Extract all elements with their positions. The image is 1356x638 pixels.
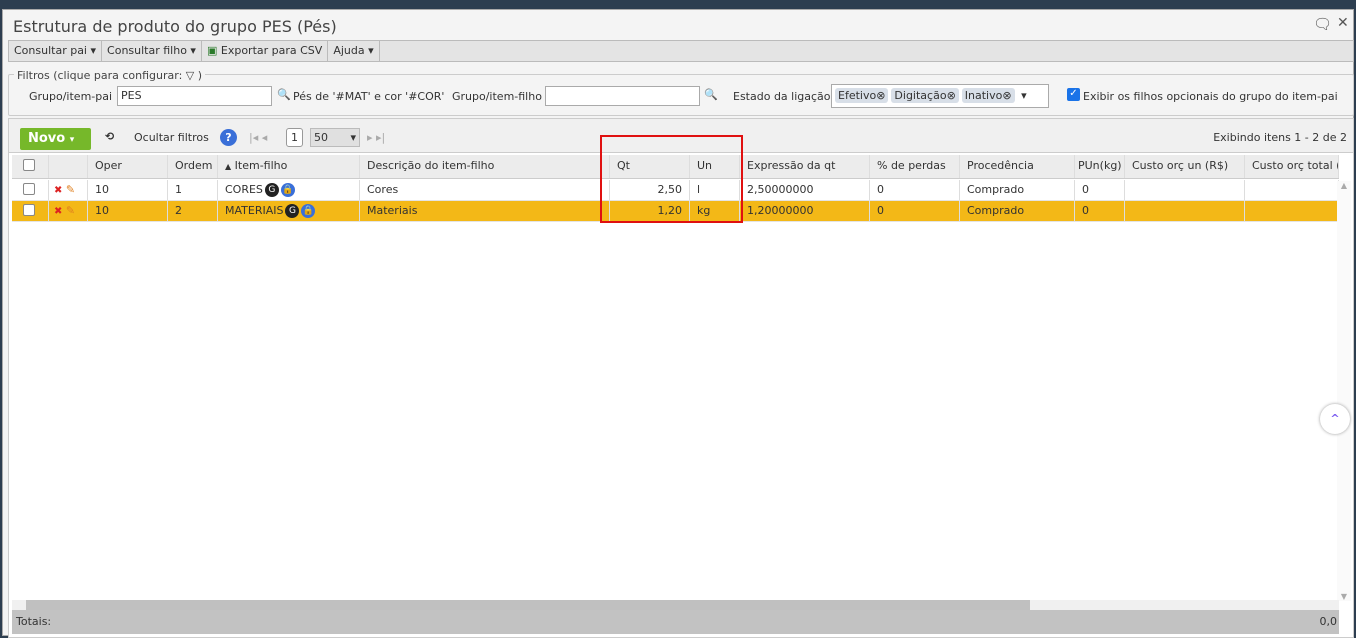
parent-desc: Pés de '#MAT' e cor '#COR' [293, 90, 445, 103]
refresh-icon[interactable]: ⟲ [105, 130, 114, 143]
cell-ctot [1245, 180, 1339, 200]
cell-pun: 0 [1075, 180, 1125, 200]
parent-label: Grupo/item-pai [29, 90, 113, 103]
col-descricao[interactable]: Descrição do item-filho [360, 155, 610, 178]
menu-exportar-csv[interactable]: ▣ Exportar para CSV [202, 41, 329, 61]
window-title: Estrutura de produto do grupo PES (Pés) [13, 17, 337, 36]
totals-row: Totais: 0,0 [12, 610, 1339, 634]
help-icon[interactable]: ? [220, 129, 237, 146]
col-ordem[interactable]: Ordem [168, 155, 218, 178]
delete-icon[interactable]: ✖ [54, 185, 62, 196]
col-expressao[interactable]: Expressão da qt [740, 155, 870, 178]
child-label: Grupo/item-filho [452, 90, 542, 103]
sort-asc-icon: ▲ [225, 162, 232, 171]
totals-label: Totais: [16, 615, 52, 628]
cell-oper: 10 [88, 201, 168, 221]
select-all-checkbox[interactable] [12, 155, 49, 178]
vertical-scrollbar[interactable]: ▲ ▼ [1337, 181, 1351, 601]
chip-digitacao[interactable]: Digitação⊗ [891, 88, 959, 103]
page-input[interactable]: 1 [286, 128, 303, 147]
hide-filters-button[interactable]: Ocultar filtros [134, 131, 209, 144]
lock-icon[interactable]: 🔒 [280, 183, 295, 197]
col-perdas[interactable]: % de perdas [870, 155, 960, 178]
cell-desc: Cores [360, 180, 610, 200]
totals-value: 0,0 [1319, 615, 1338, 628]
filters-legend[interactable]: Filtros (clique para configurar: ▽ ) [14, 69, 206, 82]
cell-proc: Comprado [960, 201, 1075, 221]
cell-cun [1125, 201, 1245, 221]
menu-consultar-pai[interactable]: Consultar pai ▾ [9, 41, 103, 61]
first-page-icon[interactable]: |◂ ◂ [249, 131, 267, 144]
dialog-window: Estrutura de produto do grupo PES (Pés) … [2, 9, 1354, 638]
cell-proc: Comprado [960, 180, 1075, 200]
scrollbar-thumb[interactable] [26, 600, 1030, 610]
chip-efetivo[interactable]: Efetivo⊗ [835, 88, 889, 103]
row-checkbox[interactable] [12, 180, 49, 200]
cell-expr: 2,50000000 [740, 180, 870, 200]
cell-item: CORES G 🔒 [218, 180, 360, 200]
paging-status: Exibindo itens 1 - 2 de 2 [1213, 131, 1347, 144]
cell-ordem: 1 [168, 180, 218, 200]
delete-icon[interactable]: ✖ [54, 206, 62, 217]
close-icon[interactable]: ✕ [1337, 15, 1349, 31]
cell-desc: Materiais [360, 201, 610, 221]
col-custo-total[interactable]: Custo orç total ( [1245, 155, 1339, 178]
g-icon[interactable]: G [285, 204, 300, 218]
cell-oper: 10 [88, 180, 168, 200]
col-item-filho[interactable]: ▲ Item-filho [218, 155, 360, 178]
clickup-icon[interactable]: ^ [1320, 404, 1350, 434]
chevron-down-icon: ▾ [1021, 89, 1027, 102]
menu-consultar-filho[interactable]: Consultar filho ▾ [102, 41, 202, 61]
filter-icon: ▽ [185, 69, 195, 82]
cell-perdas: 0 [870, 201, 960, 221]
cell-ctot [1245, 201, 1339, 221]
row-checkbox[interactable] [12, 201, 49, 221]
edit-icon[interactable]: ✎ [66, 183, 75, 196]
menu-bar: Consultar pai ▾ Consultar filho ▾ ▣ Expo… [8, 40, 1354, 62]
col-custo-un[interactable]: Custo orç un (R$) [1125, 155, 1245, 178]
comment-icon[interactable]: 🗨 [1313, 15, 1332, 33]
lock-icon[interactable]: 🔒 [301, 204, 316, 218]
filters-panel: Filtros (clique para configurar: ▽ ) Gru… [8, 69, 1354, 116]
col-oper[interactable]: Oper [88, 155, 168, 178]
search-icon[interactable]: 🔍 [277, 88, 291, 101]
cell-cun [1125, 180, 1245, 200]
horizontal-scrollbar[interactable] [12, 600, 1339, 610]
child-input[interactable] [545, 86, 700, 106]
cell-expr: 1,20000000 [740, 201, 870, 221]
cell-ordem: 2 [168, 201, 218, 221]
menu-ajuda[interactable]: Ajuda ▾ [328, 41, 380, 61]
cell-perdas: 0 [870, 180, 960, 200]
chip-inativo[interactable]: Inativo⊗ [961, 88, 1015, 103]
cell-item: MATERIAIS G 🔒 [218, 201, 360, 221]
excel-icon: ▣ [206, 44, 218, 57]
edit-icon[interactable]: ✎ [66, 204, 75, 217]
search-icon[interactable]: 🔍 [704, 88, 718, 101]
state-multiselect[interactable]: Efetivo⊗ Digitação⊗ Inativo⊗ ▾ [831, 84, 1049, 108]
new-button[interactable]: Novo ▾ [20, 128, 91, 150]
page-size-select[interactable]: 50 ▾ [310, 128, 360, 147]
g-icon[interactable]: G [264, 183, 279, 197]
optional-label: Exibir os filhos opcionais do grupo do i… [1083, 90, 1338, 103]
col-procedencia[interactable]: Procedência [960, 155, 1075, 178]
highlight-box [600, 135, 743, 223]
next-page-icon[interactable]: ▸ ▸| [367, 131, 385, 144]
col-pun[interactable]: PUn(kg) [1075, 155, 1125, 178]
optional-checkbox[interactable]: ✓ [1067, 88, 1080, 101]
cell-pun: 0 [1075, 201, 1125, 221]
parent-input[interactable]: PES [117, 86, 272, 106]
state-label: Estado da ligação [733, 90, 831, 103]
